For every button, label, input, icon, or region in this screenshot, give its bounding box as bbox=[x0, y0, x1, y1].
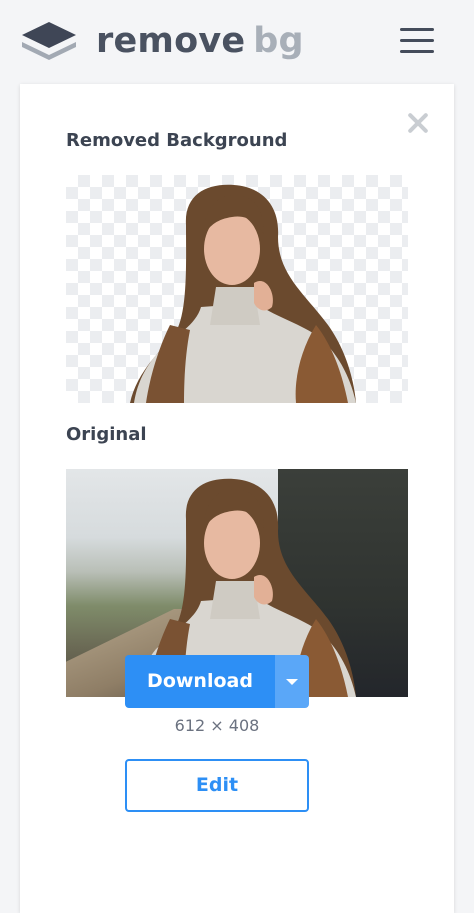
brand-bg-text: bg bbox=[253, 21, 304, 61]
edit-button[interactable]: Edit bbox=[125, 759, 309, 812]
image-dimensions: 612 × 408 bbox=[174, 716, 260, 735]
hamburger-menu-icon[interactable] bbox=[400, 28, 434, 54]
close-icon[interactable] bbox=[406, 111, 430, 135]
download-button-group: Download bbox=[125, 655, 309, 708]
chevron-down-icon bbox=[286, 679, 298, 685]
person-cutout bbox=[130, 184, 356, 403]
download-options-button[interactable] bbox=[275, 655, 309, 708]
layers-icon[interactable] bbox=[20, 20, 78, 62]
brand-remove-text: remove bbox=[96, 21, 246, 61]
download-button[interactable]: Download bbox=[125, 655, 275, 708]
top-header: remove bg bbox=[0, 0, 474, 80]
removed-background-image[interactable] bbox=[66, 175, 408, 403]
removed-background-title: Removed Background bbox=[66, 130, 288, 151]
original-title: Original bbox=[66, 424, 147, 445]
brand-logo[interactable]: remove bg bbox=[96, 16, 304, 66]
